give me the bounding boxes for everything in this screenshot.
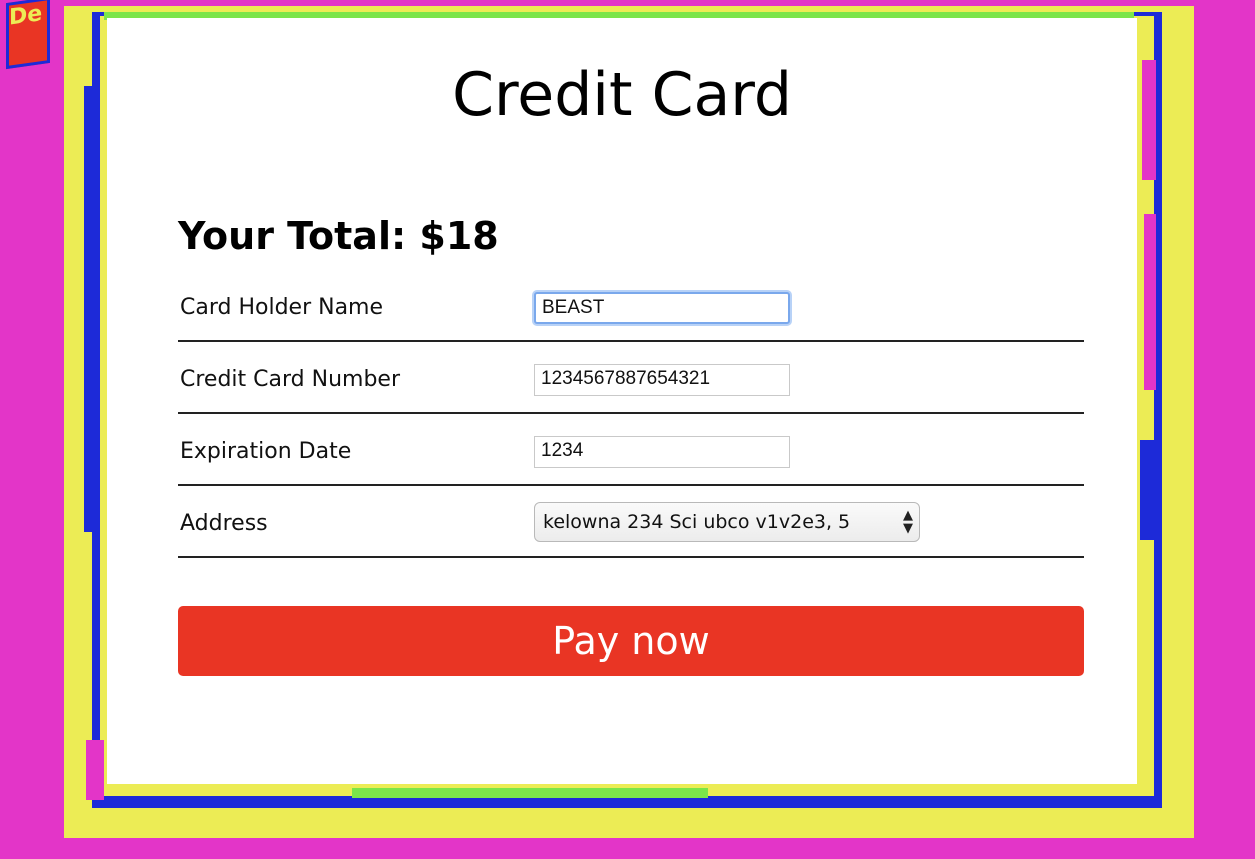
card-number-row: Credit Card Number 1234567887654321	[178, 342, 1084, 414]
pay-now-button[interactable]: Pay now	[178, 606, 1084, 676]
frame-side-strip-2	[1144, 214, 1156, 390]
expiration-label: Expiration Date	[180, 439, 352, 464]
expiration-row: Expiration Date 1234	[178, 414, 1084, 486]
corner-badge-text: De	[9, 1, 43, 31]
order-total: Your Total: $18	[178, 214, 499, 258]
corner-badge: De	[6, 0, 50, 70]
payment-form: Card Holder Name BEAST Credit Card Numbe…	[178, 284, 1084, 558]
address-select[interactable]: kelowna 234 Sci ubco v1v2e3, 5 ▲ ▼	[534, 502, 920, 542]
frame-green-bottom	[352, 788, 708, 798]
frame-side-strip	[1142, 60, 1156, 180]
frame-left-pink	[86, 740, 104, 800]
address-row: Address kelowna 234 Sci ubco v1v2e3, 5 ▲…	[178, 486, 1084, 558]
card-holder-input[interactable]: BEAST	[534, 292, 790, 324]
page-title: Credit Card	[452, 60, 792, 130]
address-label: Address	[180, 511, 268, 536]
checkout-card: Credit Card Your Total: $18 Card Holder …	[107, 18, 1137, 784]
expiration-input[interactable]: 1234	[534, 436, 790, 468]
card-holder-label: Card Holder Name	[180, 295, 384, 320]
card-number-label: Credit Card Number	[180, 367, 400, 392]
address-selected-value: kelowna 234 Sci ubco v1v2e3, 5	[543, 511, 851, 533]
frame-side-strip-3	[1140, 440, 1154, 540]
frame-left-strip	[84, 86, 94, 532]
select-arrows-icon: ▲ ▼	[903, 508, 913, 536]
card-holder-row: Card Holder Name BEAST	[178, 284, 1084, 342]
card-number-input[interactable]: 1234567887654321	[534, 364, 790, 396]
